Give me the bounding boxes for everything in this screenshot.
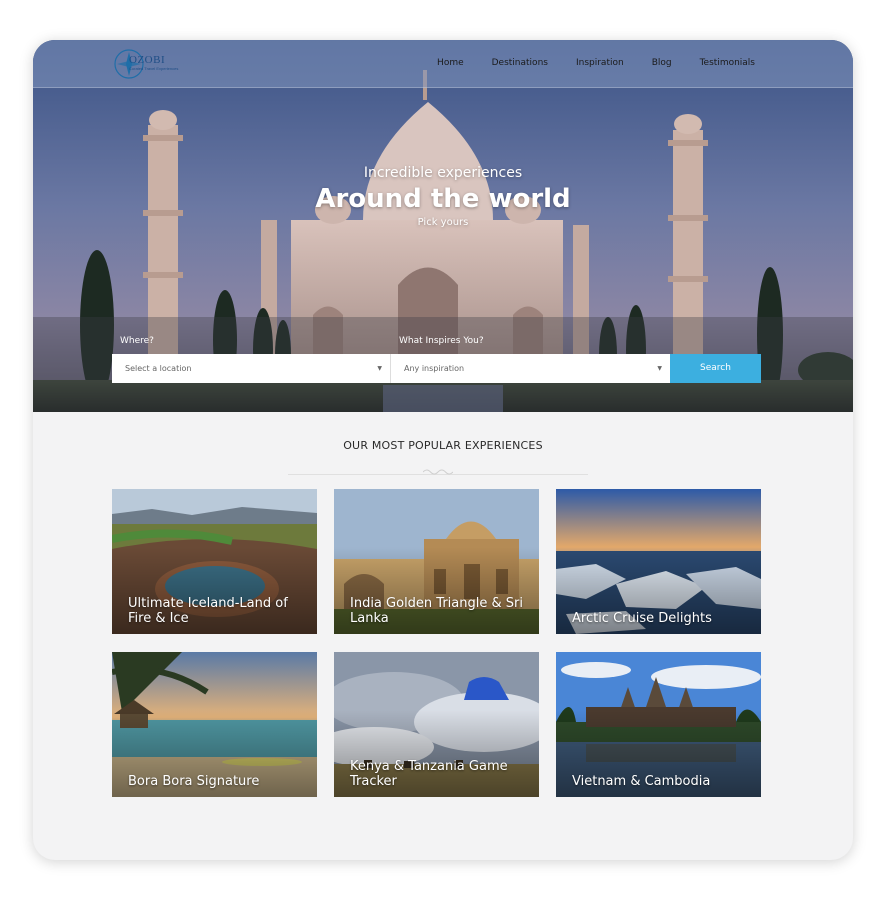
experience-title: Bora Bora Signature (128, 774, 260, 789)
experience-title: Ultimate Iceland-Land of Fire & Ice (128, 596, 288, 626)
nav-inspiration[interactable]: Inspiration (576, 58, 624, 68)
location-select[interactable]: Select a location ▼ (112, 354, 391, 383)
nav-home[interactable]: Home (437, 58, 464, 68)
top-navigation-bar: OZOBI Curated Travel Experiences Home De… (33, 40, 853, 88)
inspiration-select[interactable]: Any inspiration ▼ (391, 354, 670, 383)
browser-frame: OZOBI Curated Travel Experiences Home De… (33, 40, 853, 860)
inspiration-select-value: Any inspiration (404, 364, 465, 373)
experience-card-india[interactable]: India Golden Triangle & Sri Lanka (334, 489, 539, 634)
experience-card-kenya[interactable]: Kenya & Tanzania Game Tracker (334, 652, 539, 797)
section-title: OUR MOST POPULAR EXPERIENCES (343, 439, 543, 452)
experience-title: Arctic Cruise Delights (572, 611, 712, 626)
experience-title: India Golden Triangle & Sri Lanka (350, 596, 523, 626)
hero-tagline: Pick yours (417, 217, 469, 228)
location-select-value: Select a location (125, 364, 192, 373)
chevron-down-icon: ▼ (657, 365, 662, 372)
chevron-down-icon: ▼ (377, 365, 382, 372)
brand-name[interactable]: OZOBI (129, 54, 165, 66)
nav-testimonials[interactable]: Testimonials (700, 58, 755, 68)
where-label: Where? (120, 336, 154, 346)
experience-card-iceland[interactable]: Ultimate Iceland-Land of Fire & Ice (112, 489, 317, 634)
experience-title: Vietnam & Cambodia (572, 774, 711, 789)
hero-title: Around the world (315, 184, 571, 214)
experience-card-bora-bora[interactable]: Bora Bora Signature (112, 652, 317, 797)
nav-blog[interactable]: Blog (652, 58, 672, 68)
main-nav: Home Destinations Inspiration Blog Testi… (409, 58, 755, 68)
experience-title: Kenya & Tanzania Game Tracker (350, 759, 508, 789)
search-button[interactable]: Search (670, 354, 761, 383)
wave-divider-icon (423, 469, 453, 475)
experience-card-vietnam[interactable]: Vietnam & Cambodia (556, 652, 761, 797)
nav-destinations[interactable]: Destinations (492, 58, 548, 68)
experience-card-arctic[interactable]: Arctic Cruise Delights (556, 489, 761, 634)
brand-tagline: Curated Travel Experiences (129, 66, 179, 71)
hero-subtitle: Incredible experiences (363, 165, 523, 181)
hero-banner: OZOBI Curated Travel Experiences Home De… (33, 40, 853, 412)
inspire-label: What Inspires You? (399, 336, 484, 346)
